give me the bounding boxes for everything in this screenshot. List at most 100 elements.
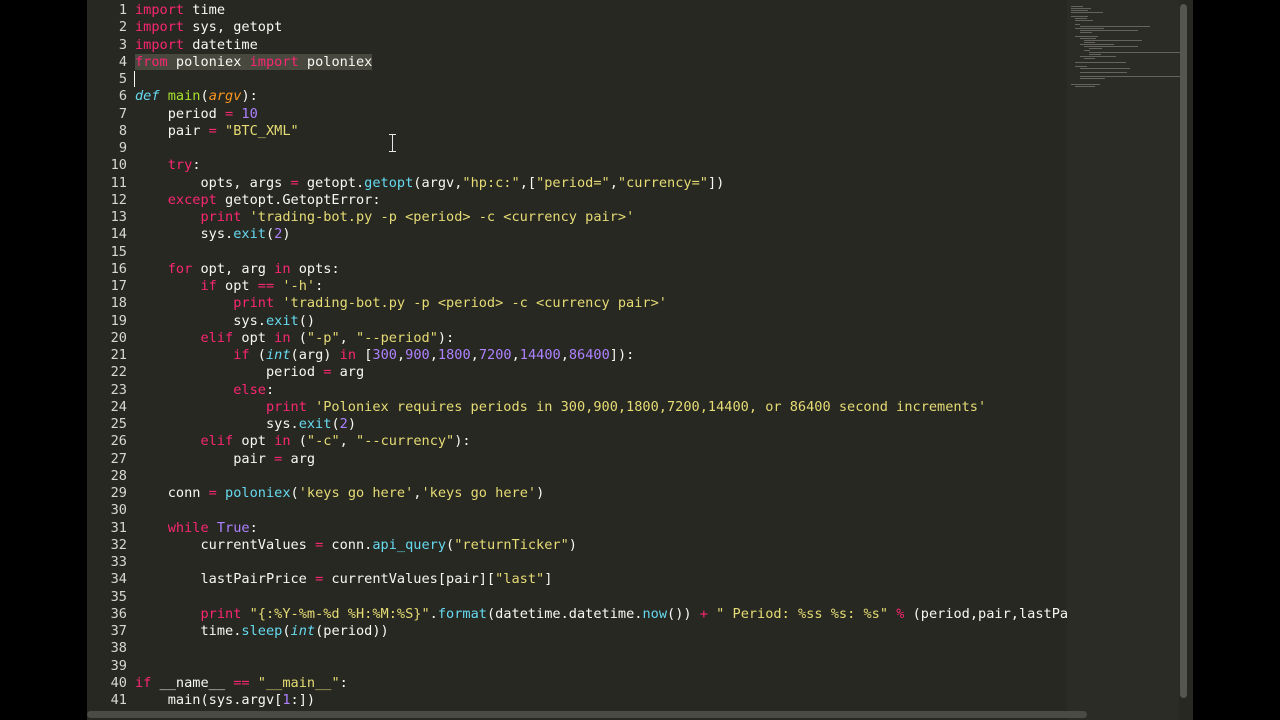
code-token: lastPairPrice: [135, 571, 316, 588]
code-line[interactable]: [135, 589, 1067, 606]
minimap-line: [1088, 54, 1101, 55]
code-line[interactable]: [135, 244, 1067, 261]
code-line[interactable]: elif opt in ("-c", "--currency"):: [135, 433, 1067, 450]
code-line[interactable]: print 'trading-bot.py -p <period> -c <cu…: [135, 295, 1067, 312]
line-number: 35: [110, 588, 127, 605]
code-token: in: [339, 347, 357, 363]
code-editor-window: 1 2 3 4 5 6 7 8 9 10 11 12 13 14 15 16 17 18 19 20 21 22 23 24 2…: [87, 0, 1193, 720]
code-line[interactable]: for opt, arg in opts:: [135, 261, 1067, 278]
code-line[interactable]: sys.exit(): [135, 313, 1067, 330]
code-line[interactable]: sys.exit(2): [135, 226, 1067, 243]
line-number: 40: [110, 674, 127, 691]
code-line[interactable]: main(sys.argv[1:]): [135, 692, 1067, 709]
code-line[interactable]: print 'trading-bot.py -p <period> -c <cu…: [135, 209, 1067, 226]
minimap-line: [1075, 86, 1096, 87]
code-line[interactable]: conn = poloniex('keys go here','keys go …: [135, 485, 1067, 502]
code-line[interactable]: [135, 554, 1067, 571]
minimap-line: [1071, 10, 1088, 11]
line-number: 9: [118, 140, 127, 156]
minimap-line: [1084, 46, 1139, 47]
line-number: 27: [110, 450, 127, 467]
code-line[interactable]: else:: [135, 382, 1067, 399]
vertical-scrollbar[interactable]: [1180, 4, 1187, 698]
code-token: 'trading-bot.py -p <period> -c <currency…: [282, 295, 667, 312]
code-token: conn: [135, 485, 209, 501]
code-token: from: [135, 53, 168, 70]
line-number: 17: [110, 278, 127, 294]
horizontal-scrollbar[interactable]: [87, 711, 1087, 718]
code-line[interactable]: print 'Poloniex requires periods in 300,…: [135, 399, 1067, 416]
line-number: 2: [118, 19, 127, 36]
code-line[interactable]: elif opt in ("-p", "--period"):: [135, 330, 1067, 347]
code-token: True: [216, 519, 250, 536]
code-line[interactable]: import datetime: [135, 37, 1067, 54]
code-token: =: [208, 122, 217, 139]
code-token: "currency=": [617, 174, 708, 191]
code-text-area[interactable]: import time import sys, getopt import date…: [135, 2, 1067, 709]
code-line[interactable]: def main(argv):: [135, 88, 1067, 105]
code-token: sleep: [241, 623, 283, 639]
line-number: 11: [110, 174, 127, 191]
line-number: 32: [110, 536, 127, 553]
code-line[interactable]: currentValues = conn.api_query("returnTi…: [135, 537, 1067, 554]
code-line[interactable]: [135, 640, 1067, 657]
code-token: sys, getopt: [184, 19, 283, 36]
minimap[interactable]: [1067, 0, 1186, 720]
code-token: import: [135, 36, 185, 53]
minimap-line: [1088, 52, 1186, 53]
code-token: =: [208, 485, 217, 501]
code-token: main(sys.argv[: [135, 692, 283, 708]
code-line[interactable]: [135, 71, 1067, 88]
code-token: now: [642, 605, 668, 622]
code-token: :: [339, 674, 348, 691]
code-line[interactable]: import sys, getopt: [135, 19, 1067, 36]
code-line[interactable]: if opt == '-h':: [135, 278, 1067, 295]
code-line[interactable]: pair = arg: [135, 451, 1067, 468]
code-line[interactable]: pair = "BTC_XML": [135, 123, 1067, 140]
code-line[interactable]: if __name__ == "__main__":: [135, 675, 1067, 692]
code-token: ]: [544, 571, 553, 588]
code-line[interactable]: [135, 468, 1067, 485]
code-line[interactable]: print "{:%Y-%m-%d %H:%M:%S}".format(date…: [135, 606, 1067, 623]
code-line[interactable]: [135, 140, 1067, 157]
code-token: (: [446, 536, 455, 553]
code-line[interactable]: import time: [135, 2, 1067, 19]
minimap-line: [1075, 20, 1093, 21]
code-token: =: [290, 174, 299, 191]
code-token: :]): [290, 692, 316, 708]
minimap-line: [1084, 58, 1096, 59]
code-token: elif: [200, 329, 234, 346]
code-line[interactable]: [135, 658, 1067, 675]
code-token: 1: [282, 692, 291, 708]
code-token: ]):: [609, 347, 635, 363]
code-line[interactable]: period = 10: [135, 106, 1067, 123]
code-line[interactable]: try:: [135, 157, 1067, 174]
code-token: ):: [437, 329, 455, 346]
code-token: :: [192, 157, 201, 174]
code-token: (: [249, 347, 266, 363]
code-line[interactable]: if (int(arg) in [300,900,1800,7200,14400…: [135, 347, 1067, 364]
code-token: (: [331, 416, 340, 432]
code-token: ]): [707, 174, 725, 191]
code-line[interactable]: while True:: [135, 520, 1067, 537]
code-line[interactable]: except getopt.GetoptError:: [135, 192, 1067, 209]
minimap-line: [1075, 62, 1126, 63]
code-line[interactable]: lastPairPrice = currentValues[pair]["las…: [135, 571, 1067, 588]
code-line[interactable]: [135, 502, 1067, 519]
code-line[interactable]: from poloniex import poloniex: [135, 53, 1067, 71]
code-line[interactable]: opts, args = getopt.getopt(argv,"hp:c:",…: [135, 175, 1067, 192]
code-token: :: [249, 519, 258, 536]
code-line[interactable]: time.sleep(int(period)): [135, 623, 1067, 640]
code-line[interactable]: period = arg: [135, 364, 1067, 381]
code-line[interactable]: sys.exit(2): [135, 416, 1067, 433]
minimap-line: [1079, 32, 1092, 33]
code-token: currentValues[pair][: [323, 571, 496, 588]
line-number: 5: [118, 71, 127, 87]
code-token: import: [249, 53, 299, 70]
minimap-line: [1079, 72, 1128, 73]
line-number: 16: [110, 260, 127, 277]
